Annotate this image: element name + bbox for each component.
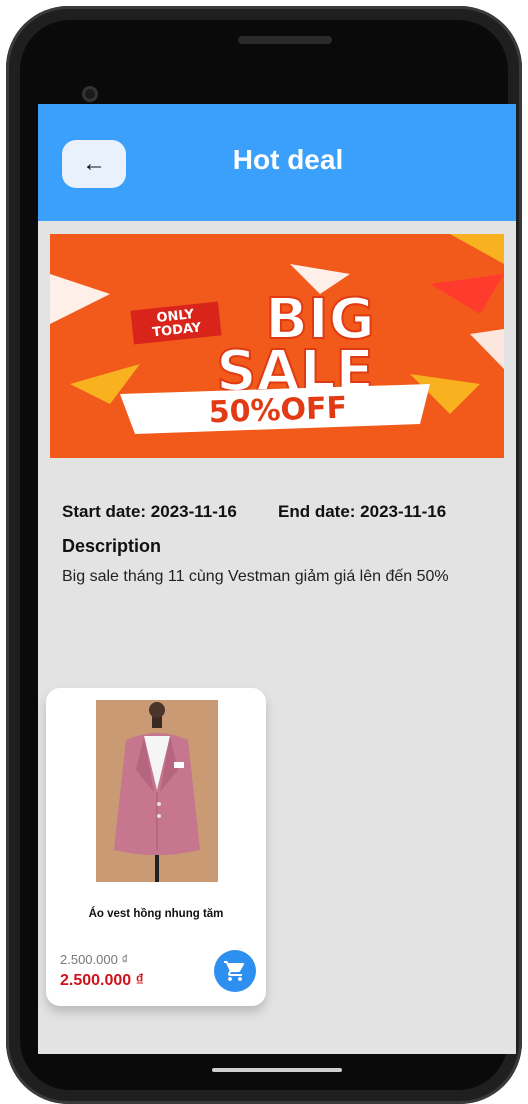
- product-card[interactable]: Áo vest hồng nhung tăm 2.500.000 ₫ 2.500…: [46, 688, 266, 1006]
- description-label: Description: [62, 536, 162, 556]
- promo-banner[interactable]: ONLY TODAY BIG SALE 50%OFF: [50, 234, 504, 458]
- speaker-grille: [238, 36, 332, 44]
- start-date: Start date: 2023-11-16: [62, 502, 237, 521]
- deal-dates: Start date: 2023-11-16 End date: 2023-11…: [62, 502, 446, 522]
- product-old-price: 2.500.000 ₫: [60, 952, 129, 967]
- end-date: End date: 2023-11-16: [278, 502, 447, 521]
- product-image[interactable]: [96, 700, 218, 882]
- suit-illustration: [96, 700, 218, 882]
- banner-off-text: 50%OFF: [208, 391, 347, 431]
- app-screen: ← Hot deal ONLY TODAY BIG SALE 50%OFF St…: [38, 104, 516, 1054]
- shopping-cart-icon: [224, 961, 245, 981]
- add-to-cart-button[interactable]: [214, 950, 256, 992]
- banner-art: ONLY TODAY BIG SALE 50%OFF: [50, 234, 504, 458]
- product-name[interactable]: Áo vest hồng nhung tăm: [46, 908, 266, 920]
- page-title: Hot deal: [232, 144, 344, 175]
- app-bar: ← Hot deal: [38, 104, 516, 221]
- home-indicator[interactable]: [212, 1068, 342, 1072]
- description-text: Big sale tháng 11 cùng Vestman giảm giá …: [62, 568, 449, 585]
- front-camera-icon: [82, 86, 98, 102]
- product-price: 2.500.000 ₫: [60, 972, 144, 989]
